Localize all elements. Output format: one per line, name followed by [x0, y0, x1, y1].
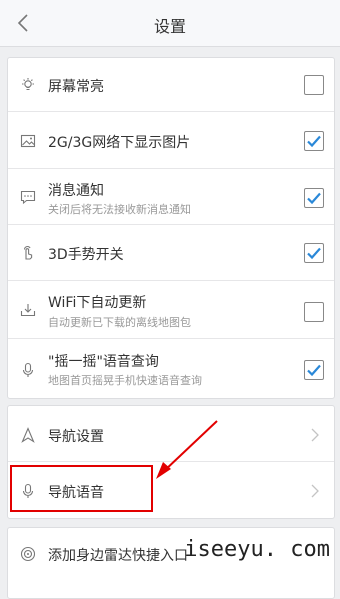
setting-description: 地图首页摇晃手机快速语音查询: [48, 374, 202, 387]
wifi-update-checkbox[interactable]: [304, 302, 324, 322]
setting-row-screen-on[interactable]: 屏幕常亮: [8, 58, 334, 112]
settings-card: 屏幕常亮 2G/3G网络下显示图片 消息通知 关闭后将无法接收新消息通知 3D手…: [7, 57, 335, 399]
show-images-checkbox[interactable]: [304, 131, 324, 151]
setting-label: "摇一摇"语音查询: [48, 354, 159, 370]
bulb-icon: [22, 78, 34, 91]
setting-row-show-images[interactable]: 2G/3G网络下显示图片: [8, 112, 334, 169]
setting-row-shake-voice[interactable]: "摇一摇"语音查询 地图首页摇晃手机快速语音查询: [8, 339, 334, 398]
setting-label: WiFi下自动更新: [48, 295, 147, 311]
navigation-settings-item[interactable]: 导航设置: [8, 406, 334, 462]
checkmark-icon: [307, 135, 321, 148]
setting-label: 屏幕常亮: [48, 79, 104, 95]
chat-icon: [20, 190, 36, 205]
3d-gesture-checkbox[interactable]: [304, 243, 324, 263]
highlight-box: [10, 465, 153, 512]
setting-row-wifi-update[interactable]: WiFi下自动更新 自动更新已下载的离线地图包: [8, 281, 334, 339]
setting-row-notifications[interactable]: 消息通知 关闭后将无法接收新消息通知: [8, 169, 334, 225]
radar-icon: [20, 546, 36, 562]
notifications-checkbox[interactable]: [304, 188, 324, 208]
watermark: iseeyu. com: [184, 537, 330, 562]
checkmark-icon: [307, 364, 321, 377]
setting-label: 3D手势开关: [48, 247, 124, 263]
nav-label: 导航设置: [48, 429, 104, 445]
title-bar: 设置: [0, 0, 340, 47]
hand-gesture-icon: [24, 246, 33, 260]
chevron-right-icon: [311, 484, 319, 498]
microphone-icon: [22, 362, 34, 377]
setting-row-3d-gesture[interactable]: 3D手势开关: [8, 225, 334, 281]
image-icon: [20, 134, 36, 148]
checkmark-icon: [307, 192, 321, 205]
page-title: 设置: [153, 17, 186, 36]
setting-label: 2G/3G网络下显示图片: [48, 135, 191, 151]
download-tray-icon: [20, 304, 36, 317]
setting-description: 自动更新已下载的离线地图包: [48, 316, 191, 329]
screen-on-checkbox[interactable]: [304, 75, 324, 95]
shake-voice-checkbox[interactable]: [304, 360, 324, 380]
setting-label: 消息通知: [48, 183, 104, 199]
navigation-arrow-icon: [21, 427, 35, 443]
setting-description: 关闭后将无法接收新消息通知: [48, 203, 191, 216]
checkmark-icon: [307, 247, 321, 260]
radar-shortcut-label: 添加身边雷达快捷入口: [48, 548, 188, 564]
chevron-right-icon: [311, 428, 319, 442]
